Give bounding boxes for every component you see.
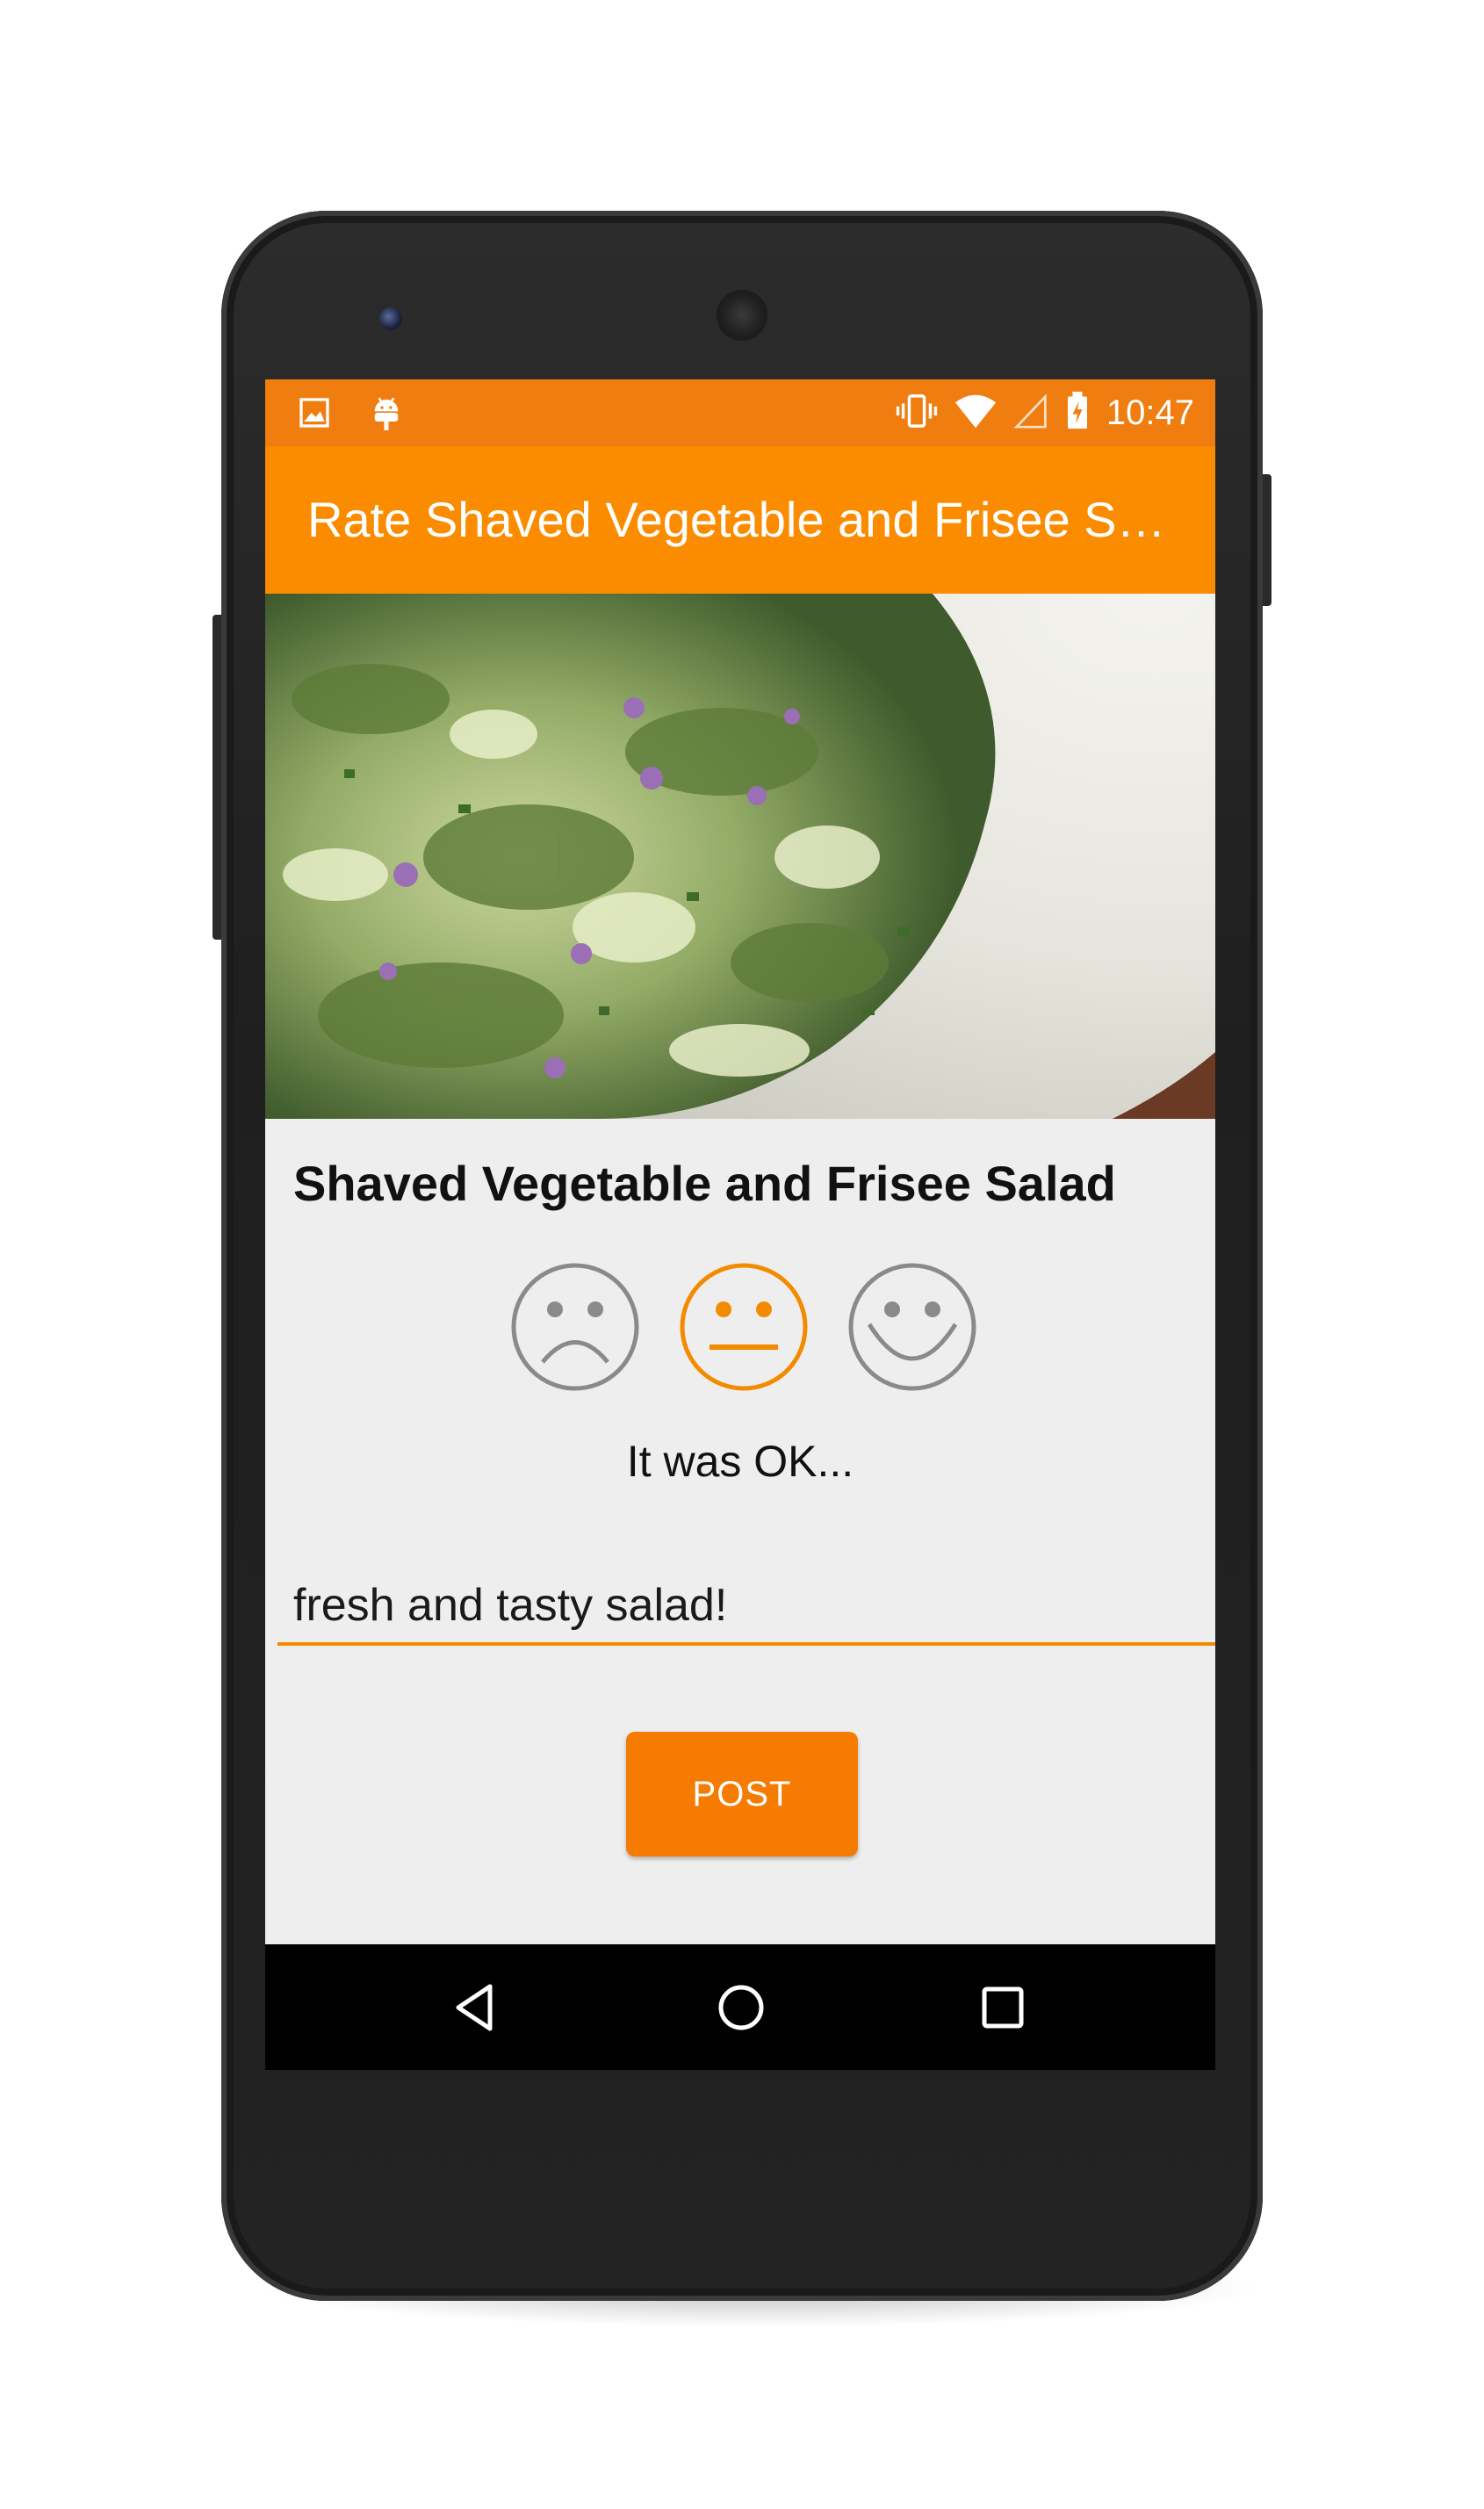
android-icon (369, 393, 404, 436)
happy-face-icon[interactable] (846, 1261, 978, 1393)
device-frame-stage: 10:47 Rate Shaved Vegetable and Frisee S… (0, 0, 1484, 2509)
earpiece-speaker (717, 290, 767, 341)
status-time: 10:47 (1106, 393, 1194, 432)
status-notifications (297, 393, 404, 436)
neutral-face-icon[interactable] (678, 1261, 810, 1393)
home-icon[interactable] (715, 1981, 767, 2034)
comment-input[interactable] (277, 1574, 1215, 1646)
recents-icon[interactable] (976, 1981, 1029, 2034)
app-bar: Rate Shaved Vegetable and Frisee Salad (265, 446, 1215, 594)
signal-icon (1013, 392, 1048, 435)
rating-options (509, 1261, 978, 1393)
status-bar: 10:47 (265, 379, 1215, 446)
page-title: Rate Shaved Vegetable and Frisee Salad (307, 492, 1185, 547)
image-icon (297, 395, 332, 435)
screen: 10:47 Rate Shaved Vegetable and Frisee S… (265, 379, 1215, 2070)
salad-photo (265, 594, 1215, 1119)
front-camera (379, 307, 402, 330)
post-button[interactable]: POST (626, 1732, 858, 1857)
vibrate-icon (896, 392, 938, 435)
sad-face-icon[interactable] (509, 1261, 641, 1393)
rating-label: It was OK... (626, 1437, 854, 1486)
wifi-icon (954, 392, 998, 435)
status-system-icons: 10:47 (896, 388, 1194, 437)
back-icon[interactable] (450, 1981, 502, 2034)
battery-charging-icon (1064, 391, 1091, 435)
proximity-sensor (1063, 306, 1075, 318)
light-sensor (1096, 306, 1108, 318)
navigation-bar (265, 1944, 1215, 2070)
recipe-title: Shaved Vegetable and Frisee Salad (293, 1156, 1116, 1211)
